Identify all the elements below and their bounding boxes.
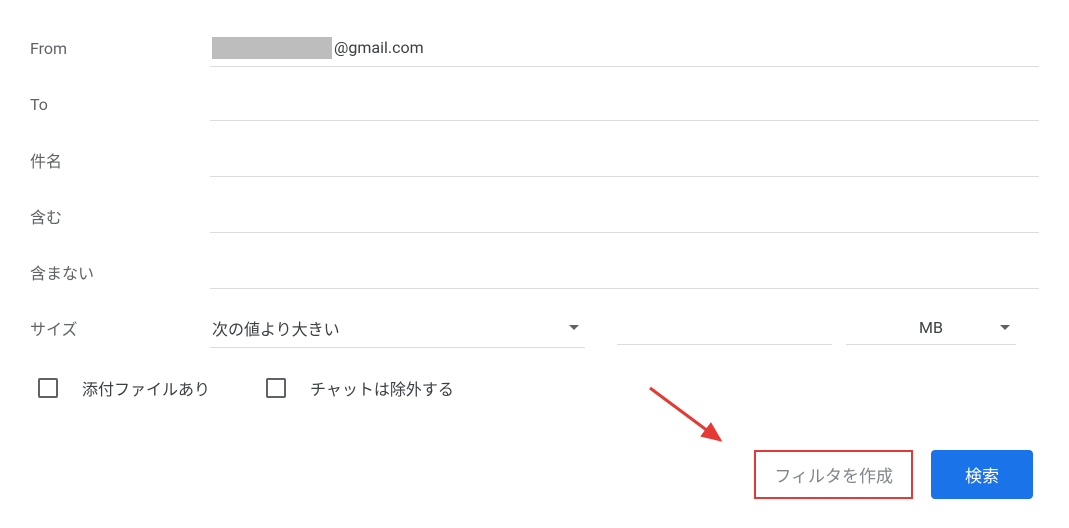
subject-input[interactable]: [210, 143, 1039, 177]
chevron-down-icon: [569, 325, 579, 330]
excludes-label: 含まない: [30, 260, 210, 284]
size-operator-value: 次の値より大きい: [212, 316, 340, 340]
exclude-chat-checkbox[interactable]: [266, 378, 286, 398]
exclude-chat-option[interactable]: チャットは除外する: [266, 376, 454, 400]
size-label: サイズ: [30, 316, 210, 340]
button-row: フィルタを作成 検索: [30, 410, 1039, 499]
includes-label: 含む: [30, 204, 210, 228]
has-attachment-option[interactable]: 添付ファイルあり: [38, 376, 210, 400]
subject-row: 件名: [30, 132, 1039, 188]
size-operator-select[interactable]: 次の値より大きい: [210, 309, 585, 348]
from-input[interactable]: @gmail.com: [210, 30, 1039, 67]
search-button[interactable]: 検索: [931, 450, 1033, 499]
to-label: To: [30, 95, 210, 114]
chevron-down-icon: [1000, 325, 1010, 330]
redacted-block: [212, 37, 332, 59]
size-row: サイズ 次の値より大きい MB: [30, 300, 1039, 356]
has-attachment-checkbox[interactable]: [38, 378, 58, 398]
size-unit-select[interactable]: MB: [846, 311, 1016, 345]
from-suffix-text: @gmail.com: [334, 38, 424, 57]
excludes-row: 含まない: [30, 244, 1039, 300]
includes-input[interactable]: [210, 199, 1039, 233]
size-unit-value: MB: [919, 318, 943, 337]
from-row: From @gmail.com: [30, 20, 1039, 76]
size-value-input[interactable]: [617, 312, 832, 345]
from-label: From: [30, 39, 210, 58]
to-row: To: [30, 76, 1039, 132]
to-input[interactable]: [210, 87, 1039, 121]
exclude-chat-label: チャットは除外する: [310, 376, 454, 400]
checkbox-row: 添付ファイルあり チャットは除外する: [30, 356, 1039, 410]
has-attachment-label: 添付ファイルあり: [82, 376, 210, 400]
subject-label: 件名: [30, 148, 210, 172]
create-filter-button[interactable]: フィルタを作成: [754, 450, 913, 499]
excludes-input[interactable]: [210, 255, 1039, 289]
includes-row: 含む: [30, 188, 1039, 244]
